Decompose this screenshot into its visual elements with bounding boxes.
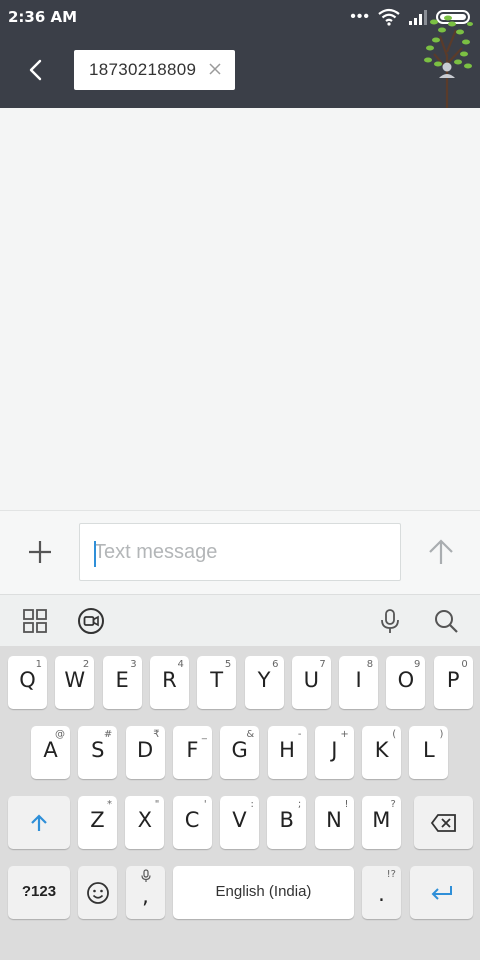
key-label: O [397, 668, 415, 692]
key-o[interactable]: 9O [386, 656, 426, 709]
status-time: 2:36 AM [8, 8, 78, 26]
key-label: W [64, 668, 86, 692]
key-t[interactable]: 5T [197, 656, 237, 709]
key-label: R [162, 668, 177, 692]
shift-arrow-icon [31, 813, 47, 831]
symbols-label: ?123 [21, 883, 57, 900]
remove-recipient-icon[interactable] [207, 61, 223, 77]
recipient-number: 18730218809 [89, 60, 197, 79]
key-j[interactable]: + J [314, 726, 354, 779]
symbols-key[interactable]: ?123 [8, 866, 70, 919]
backspace-icon [430, 813, 456, 832]
period-key[interactable]: !? . [362, 866, 401, 919]
key-a[interactable]: @ A [31, 726, 70, 779]
space-key[interactable]: English (India) [173, 866, 354, 919]
period-label: . [378, 882, 385, 906]
key-s[interactable]: # S [78, 726, 118, 779]
key-label: X [137, 808, 152, 832]
attach-plus-icon[interactable] [24, 536, 56, 568]
key-h[interactable]: -H [267, 726, 307, 779]
key-label: U [303, 668, 319, 692]
keyboard: 1Q2W3E4R5T6Y7U8I9O0P @ A # S ₹ D _ F & G - H + J(K) L … [0, 646, 480, 960]
enter-key[interactable] [410, 866, 473, 919]
key-label: S [91, 738, 105, 762]
key-e[interactable]: 3E [102, 656, 142, 709]
key-label: T [210, 668, 224, 692]
key-f[interactable]: _ F [172, 726, 212, 779]
key-p[interactable]: 0P [433, 656, 473, 709]
key-i[interactable]: 8I [339, 656, 379, 709]
key-label: J [331, 738, 338, 762]
key-v[interactable]: :V [219, 796, 259, 849]
key-label: N [326, 808, 342, 832]
comma-label: , [142, 884, 149, 908]
key-label: B [279, 808, 294, 832]
key-k[interactable]: (K [362, 726, 402, 779]
key-w[interactable]: 2W [55, 656, 95, 709]
search-icon[interactable] [432, 607, 460, 635]
key-q[interactable]: 1Q [8, 656, 47, 709]
keyboard-toolbar [0, 594, 480, 646]
compose-bar [0, 510, 480, 594]
key-label: E [115, 668, 129, 692]
key-y[interactable]: 6Y [244, 656, 284, 709]
recipient-chip[interactable]: 18730218809 [74, 50, 235, 90]
key-u[interactable]: 7U [291, 656, 331, 709]
video-sticker-icon[interactable] [77, 607, 105, 635]
key-z[interactable]: * Z [78, 796, 117, 849]
key-label: V [232, 808, 247, 832]
key-label: H [279, 738, 295, 762]
key-label: K [374, 738, 389, 762]
key-l[interactable]: ) L [409, 726, 449, 779]
key-label: C [184, 808, 200, 832]
key-label: Z [90, 808, 105, 832]
back-arrow-icon[interactable] [22, 56, 50, 84]
key-b[interactable]: ; B [267, 796, 307, 849]
key-c[interactable]: ' C [172, 796, 212, 849]
enter-arrow-icon [431, 885, 452, 900]
comma-key[interactable]: , [126, 866, 165, 919]
key-r[interactable]: 4R [149, 656, 189, 709]
status-bar: 2:36 AM ••• [0, 0, 480, 34]
message-input[interactable] [80, 524, 400, 580]
key-g[interactable]: & G [220, 726, 260, 779]
apps-grid-icon[interactable] [21, 607, 49, 635]
key-n[interactable]: ! N [314, 796, 354, 849]
key-label: Y [257, 668, 271, 692]
contact-avatar-tree-icon[interactable] [420, 14, 474, 108]
period-sub-label: !? [386, 869, 396, 880]
send-arrow-icon[interactable] [426, 537, 456, 567]
key-label: A [43, 738, 58, 762]
key-m[interactable]: ? M [361, 796, 401, 849]
key-d[interactable]: ₹ D [125, 726, 165, 779]
microphone-icon[interactable] [376, 607, 404, 635]
key-label: G [231, 738, 248, 762]
text-cursor [94, 541, 96, 567]
key-label: D [137, 738, 154, 762]
key-label: Q [19, 668, 36, 692]
message-box[interactable] [79, 523, 401, 581]
voice-mic-small-icon [141, 869, 151, 882]
shift-key[interactable] [8, 796, 70, 849]
key-label: M [372, 808, 391, 832]
wifi-icon [378, 8, 400, 26]
key-label: L [423, 738, 435, 762]
key-label: F [186, 738, 199, 762]
key-label: P [446, 668, 460, 692]
emoji-key[interactable] [78, 866, 117, 919]
emoji-smiley-icon [86, 881, 109, 904]
key-label: I [355, 668, 362, 692]
header-bar: 2:36 AM ••• 18730218809 [0, 0, 480, 108]
more-dots-icon: ••• [350, 8, 370, 25]
key-x[interactable]: " X [125, 796, 165, 849]
backspace-key[interactable] [414, 796, 473, 849]
space-label: English (India) [215, 883, 312, 900]
